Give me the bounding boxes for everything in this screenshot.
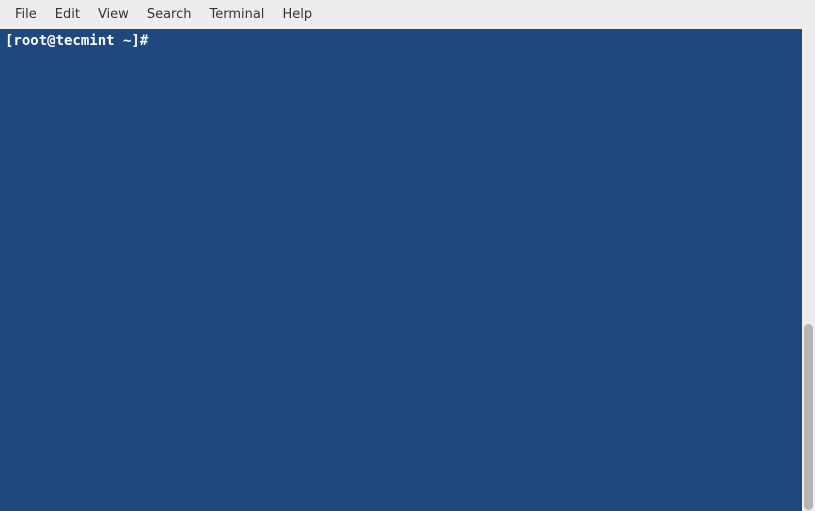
menu-view[interactable]: View: [89, 3, 138, 26]
menu-terminal[interactable]: Terminal: [200, 3, 273, 26]
terminal-area: [root@tecmint ~]#: [0, 29, 815, 511]
menu-edit[interactable]: Edit: [46, 3, 89, 26]
scrollbar-track[interactable]: [802, 29, 815, 511]
menu-search[interactable]: Search: [138, 3, 201, 26]
menu-help[interactable]: Help: [273, 3, 321, 26]
shell-prompt: [root@tecmint ~]#: [5, 33, 157, 49]
menubar: File Edit View Search Terminal Help: [0, 0, 815, 29]
terminal[interactable]: [root@tecmint ~]#: [0, 29, 802, 511]
scrollbar-thumb[interactable]: [804, 324, 813, 510]
menu-file[interactable]: File: [6, 3, 46, 26]
